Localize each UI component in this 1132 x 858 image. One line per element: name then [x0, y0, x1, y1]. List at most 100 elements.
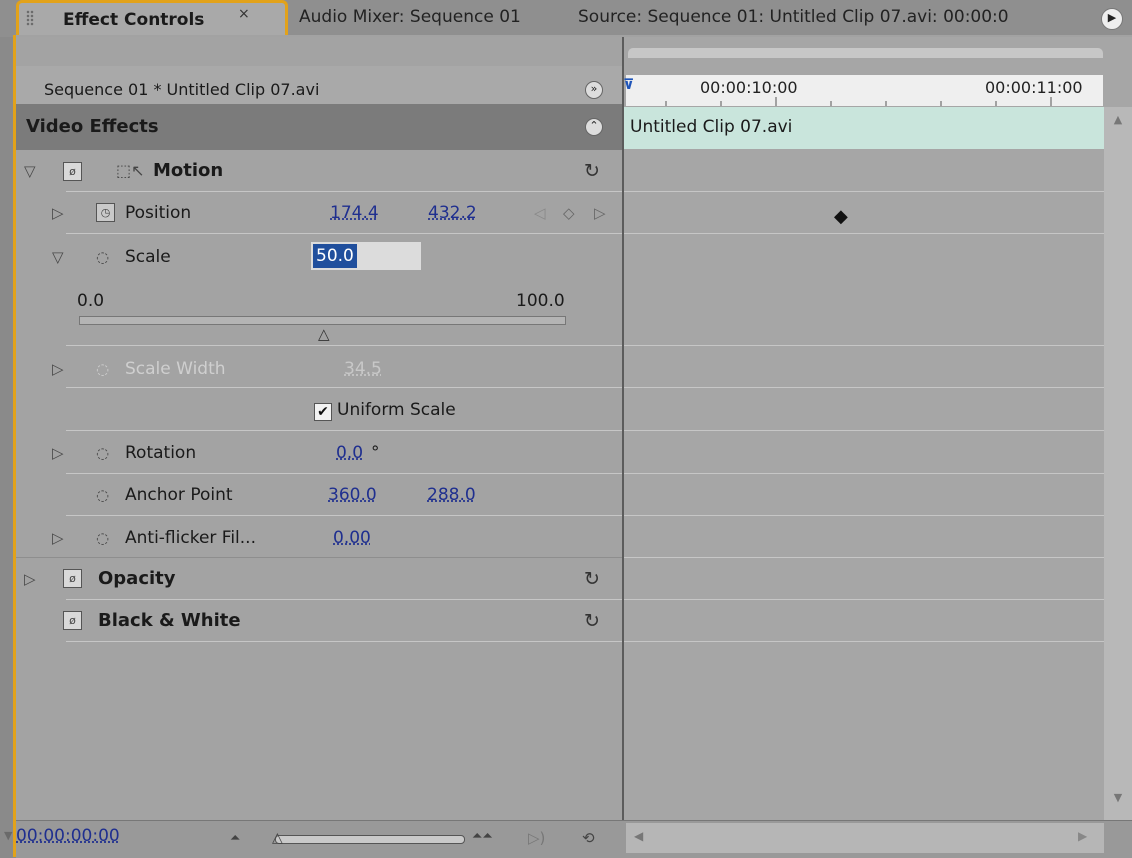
keyframe-icon[interactable]: ◆: [834, 206, 848, 227]
prev-keyframe-icon[interactable]: ◁: [534, 192, 546, 234]
timecode-menu-icon[interactable]: ▼: [4, 829, 12, 842]
ruler-timecode-1: 00:00:10:00: [700, 78, 798, 97]
reset-icon[interactable]: ↻: [584, 558, 600, 600]
track-divider: [624, 557, 1104, 558]
fx-toggle-icon[interactable]: ø: [63, 569, 82, 588]
scroll-right-icon[interactable]: ▶: [1078, 829, 1087, 843]
anchor-y-value[interactable]: 288.0: [427, 474, 476, 516]
scale-label: Scale: [125, 247, 171, 267]
anchor-point-label: Anchor Point: [125, 485, 233, 505]
fx-toggle-icon[interactable]: ø: [63, 162, 82, 181]
expand-triangle-icon[interactable]: ▽: [52, 236, 64, 278]
scale-slider-thumb[interactable]: △: [318, 325, 330, 343]
anti-flicker-label: Anti-flicker Fil...: [125, 528, 256, 548]
loop-icon[interactable]: ⟲: [582, 829, 595, 847]
row-divider: [66, 515, 622, 516]
anti-flicker-value[interactable]: 0.00: [333, 517, 371, 559]
scale-width-label: Scale Width: [125, 359, 226, 379]
ruler-timecode-2: 00:00:11:00: [985, 78, 1083, 97]
uniform-scale-label: Uniform Scale: [337, 400, 456, 420]
expand-triangle-icon[interactable]: ▷: [52, 348, 64, 390]
expand-triangle-icon[interactable]: ▷: [24, 558, 36, 600]
track-divider: [624, 387, 1104, 388]
zoom-slider-thumb[interactable]: △: [272, 830, 283, 846]
collapse-icon[interactable]: ⌃: [585, 118, 603, 136]
expand-triangle-icon[interactable]: ▷: [52, 192, 64, 234]
track-divider: [624, 430, 1104, 431]
position-label: Position: [125, 203, 192, 223]
panel-menu-icon[interactable]: ▶: [1101, 8, 1123, 30]
tab-source[interactable]: Source: Sequence 01: Untitled Clip 07.av…: [578, 0, 1098, 37]
expand-triangle-icon[interactable]: ▽: [24, 150, 36, 192]
slider-max-label: 100.0: [516, 291, 565, 311]
tab-label: Audio Mixer: Sequence 01: [299, 7, 521, 27]
tab-label: Source: Sequence 01: Untitled Clip 07.av…: [578, 7, 1009, 27]
checkbox-check-icon: ✔: [317, 404, 329, 420]
row-divider: [66, 233, 622, 234]
scale-width-row: ▷ ◌ Scale Width 34.5: [16, 348, 622, 390]
position-x-value[interactable]: 174.4: [330, 192, 379, 234]
anchor-point-row: ◌ Anchor Point 360.0 288.0: [16, 474, 622, 516]
motion-icon[interactable]: ⬚↖: [116, 150, 145, 192]
next-keyframe-icon[interactable]: ▷: [594, 192, 606, 234]
opacity-row[interactable]: ▷ ø Opacity ↻: [16, 558, 622, 600]
play-audio-icon[interactable]: ▷): [528, 829, 545, 847]
zoom-in-icon[interactable]: ⏶⏶: [472, 829, 493, 844]
scale-slider[interactable]: [79, 316, 566, 325]
track-divider: [624, 599, 1104, 600]
position-row: ▷ ◷ Position 174.4 432.2 ◁ ◇ ▷: [16, 192, 622, 234]
tab-label: Effect Controls: [63, 10, 205, 30]
expand-triangle-icon[interactable]: ▷: [52, 517, 64, 559]
tab-bar: Effect Controls × Audio Mixer: Sequence …: [0, 0, 1132, 37]
pane-divider[interactable]: [622, 37, 624, 857]
vertical-scrollbar[interactable]: ▲ ▼: [1104, 107, 1132, 820]
position-y-value[interactable]: 432.2: [428, 192, 477, 234]
stopwatch-icon[interactable]: ◌: [96, 474, 109, 516]
scale-value-selected[interactable]: 50.0: [313, 244, 357, 268]
expand-triangle-icon[interactable]: ▷: [52, 432, 64, 474]
horizontal-scrollbar[interactable]: ◀ ▶: [626, 823, 1104, 853]
scale-width-value: 34.5: [344, 359, 382, 379]
track-divider: [624, 515, 1104, 516]
motion-row[interactable]: ▽ ø ⬚↖ Motion ↻: [16, 150, 622, 192]
stopwatch-icon[interactable]: ◷: [96, 203, 115, 222]
reset-icon[interactable]: ↻: [584, 150, 600, 192]
tab-grip-icon[interactable]: [26, 10, 34, 26]
black-white-row[interactable]: ø Black & White ↻: [16, 600, 622, 642]
track-divider: [624, 473, 1104, 474]
rotation-unit: °: [371, 443, 380, 463]
clip-bar[interactable]: Untitled Clip 07.avi: [624, 107, 1104, 149]
motion-label: Motion: [153, 160, 224, 181]
anchor-x-value[interactable]: 360.0: [328, 474, 377, 516]
rotation-value[interactable]: 0.0: [336, 432, 363, 474]
rotation-row: ▷ ◌ Rotation 0.0 °: [16, 432, 622, 474]
rotation-label: Rotation: [125, 443, 197, 463]
black-white-label: Black & White: [98, 610, 241, 631]
playhead-icon[interactable]: ⊽: [623, 77, 638, 103]
row-divider: [66, 430, 622, 431]
timeline-zoom-bar[interactable]: [628, 48, 1103, 58]
video-effects-header: Video Effects ⌃: [16, 104, 622, 150]
video-effects-label: Video Effects: [26, 116, 159, 137]
reset-icon[interactable]: ↻: [584, 600, 600, 642]
fx-toggle-icon[interactable]: ø: [63, 611, 82, 630]
scroll-down-icon[interactable]: ▼: [1104, 791, 1132, 815]
scroll-up-icon[interactable]: ▲: [1104, 113, 1132, 137]
stopwatch-icon[interactable]: ◌: [96, 517, 109, 559]
uniform-scale-checkbox[interactable]: ✔: [314, 403, 332, 421]
slider-min-label: 0.0: [77, 291, 105, 311]
row-divider: [66, 641, 622, 642]
current-timecode[interactable]: 00:00:00:00: [16, 826, 120, 846]
stopwatch-icon[interactable]: ◌: [96, 432, 109, 474]
track-divider: [624, 191, 1104, 192]
zoom-out-icon[interactable]: ⏶: [230, 831, 240, 846]
clip-header: Sequence 01 * Untitled Clip 07.avi »: [16, 66, 622, 104]
zoom-slider[interactable]: [275, 835, 465, 844]
tab-audio-mixer[interactable]: Audio Mixer: Sequence 01: [299, 0, 521, 37]
tab-close-icon[interactable]: ×: [238, 6, 250, 22]
scroll-left-icon[interactable]: ◀: [634, 829, 643, 843]
add-keyframe-icon[interactable]: ◇: [563, 192, 575, 234]
show-hide-timeline-icon[interactable]: »: [585, 81, 603, 99]
stopwatch-icon[interactable]: ◌: [96, 236, 109, 278]
track-divider: [624, 345, 1104, 346]
